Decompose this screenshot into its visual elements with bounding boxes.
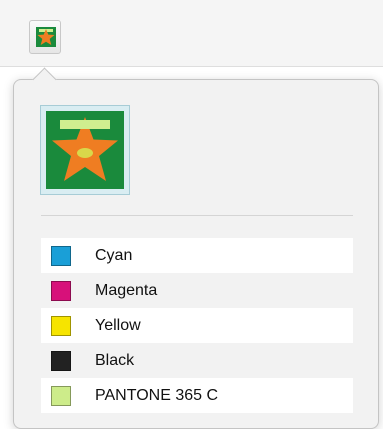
swatch-label: Cyan bbox=[95, 246, 133, 264]
cyan-swatch-chip bbox=[51, 245, 71, 266]
swatch-row-pantone-365-c[interactable]: PANTONE 365 C bbox=[41, 378, 353, 413]
swatch-label: PANTONE 365 C bbox=[95, 386, 219, 404]
swatch-label: Black bbox=[95, 351, 135, 369]
artwork-preview bbox=[40, 105, 130, 195]
color-separation-list: Cyan Magenta Yellow Black PANTONE 365 C bbox=[41, 238, 353, 413]
swatch-row-yellow[interactable]: Yellow bbox=[41, 308, 353, 343]
swatch-row-black[interactable]: Black bbox=[41, 343, 353, 378]
swatch-label: Magenta bbox=[95, 281, 158, 299]
magenta-swatch-chip bbox=[51, 280, 71, 301]
artwork-preview-star-icon bbox=[46, 111, 124, 189]
artwork-thumbnail-icon bbox=[36, 27, 56, 47]
artwork-thumbnail-button[interactable] bbox=[29, 20, 61, 54]
toolbar bbox=[0, 0, 383, 67]
pantone-swatch-chip bbox=[51, 385, 71, 406]
separations-popover: Cyan Magenta Yellow Black PANTONE 365 C bbox=[13, 79, 379, 429]
swatch-row-magenta[interactable]: Magenta bbox=[41, 273, 353, 308]
swatch-label: Yellow bbox=[95, 316, 141, 334]
swatch-row-cyan[interactable]: Cyan bbox=[41, 238, 353, 273]
divider bbox=[41, 215, 353, 216]
yellow-swatch-chip bbox=[51, 315, 71, 336]
black-swatch-chip bbox=[51, 350, 71, 371]
